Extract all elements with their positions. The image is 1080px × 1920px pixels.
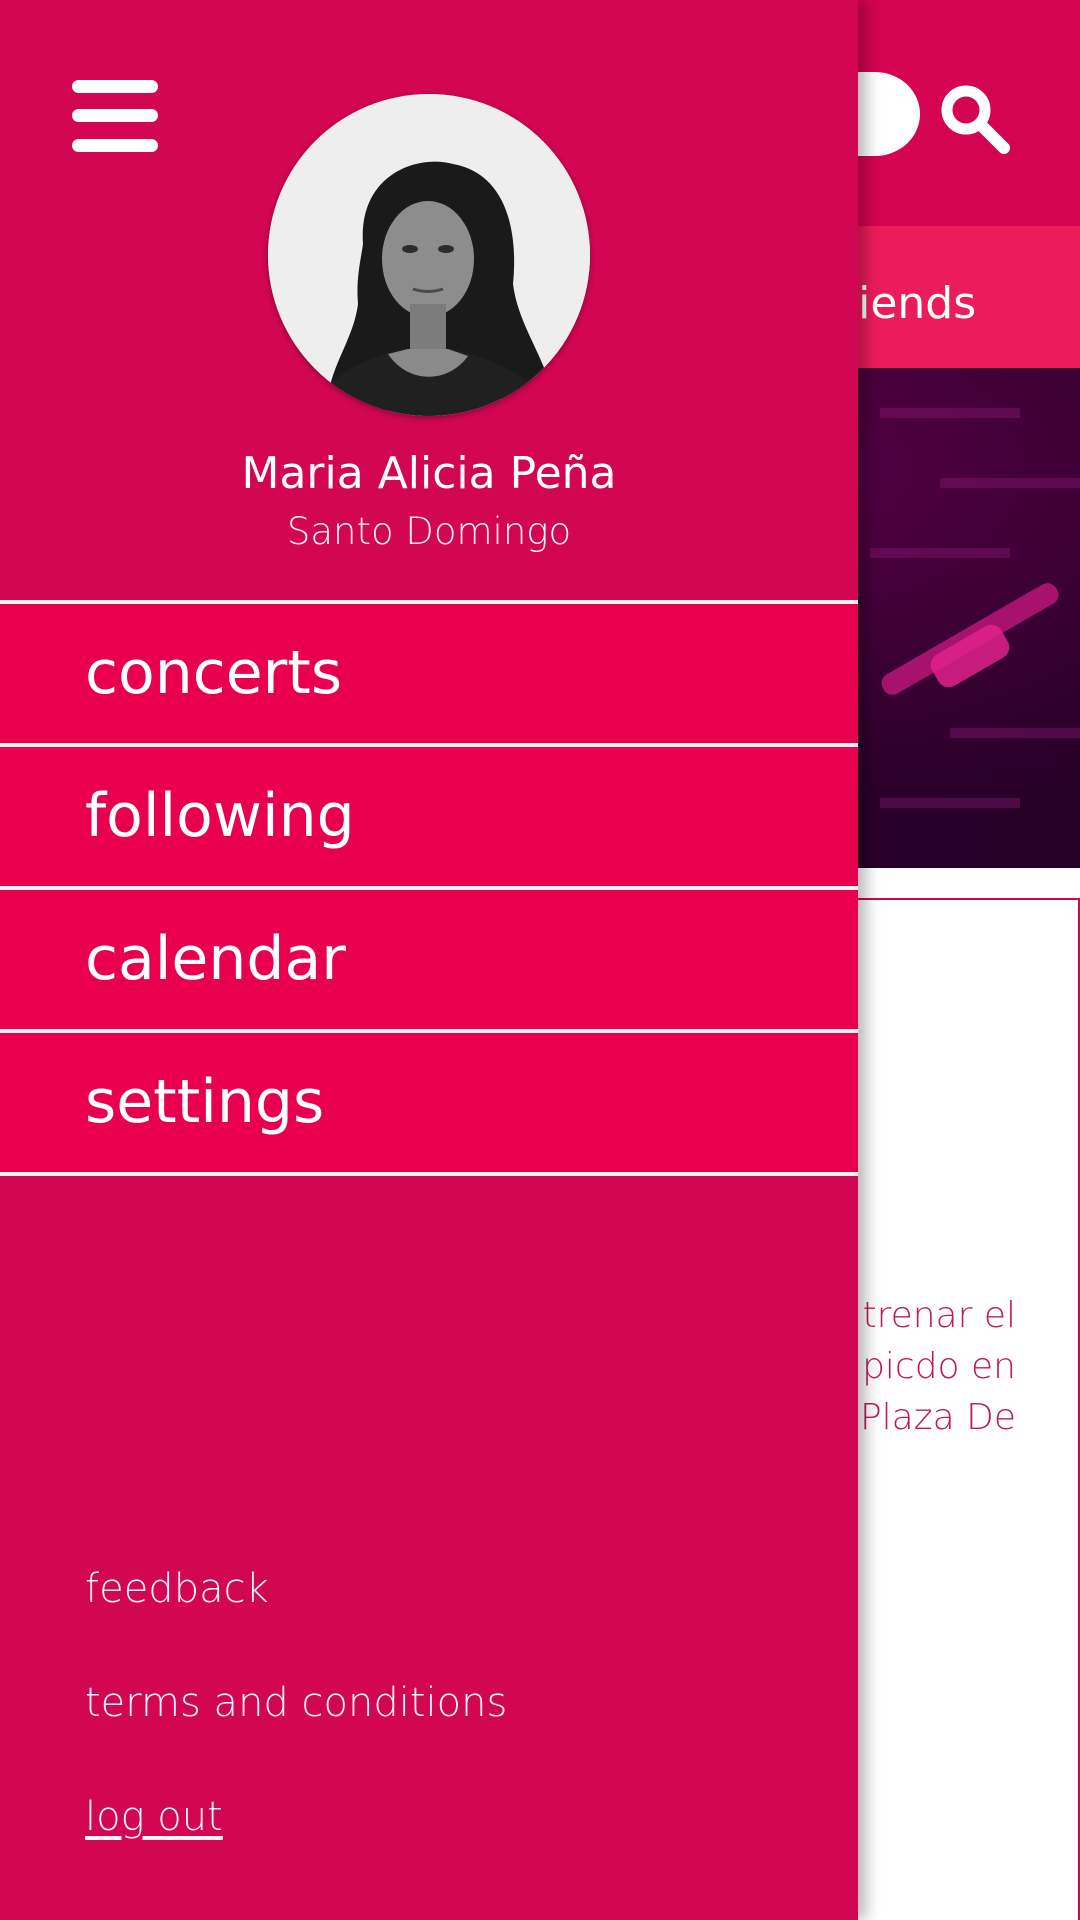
hamburger-line xyxy=(72,109,158,122)
hamburger-icon[interactable] xyxy=(72,80,158,152)
menu-item-following[interactable]: following xyxy=(0,747,858,890)
logout-link[interactable]: log out xyxy=(85,1794,223,1840)
feedback-link[interactable]: feedback xyxy=(85,1566,269,1612)
hamburger-line xyxy=(72,80,158,93)
profile-city: Santo Domingo xyxy=(286,510,572,553)
navigation-drawer: Maria Alicia Peña Santo Domingo concerts… xyxy=(0,0,858,1920)
menu-item-calendar[interactable]: calendar xyxy=(0,890,858,1033)
profile-name: Maria Alicia Peña xyxy=(241,448,617,499)
search-icon[interactable] xyxy=(938,82,1012,156)
menu-item-settings[interactable]: settings xyxy=(0,1033,858,1176)
tab-friends[interactable]: riends xyxy=(840,278,976,329)
hamburger-line xyxy=(72,139,158,152)
terms-link[interactable]: terms and conditions xyxy=(85,1680,507,1726)
profile-photo xyxy=(268,94,590,416)
avatar[interactable] xyxy=(268,94,590,416)
menu-item-concerts[interactable]: concerts xyxy=(0,604,858,747)
drawer-menu: concerts following calendar settings xyxy=(0,600,858,1176)
